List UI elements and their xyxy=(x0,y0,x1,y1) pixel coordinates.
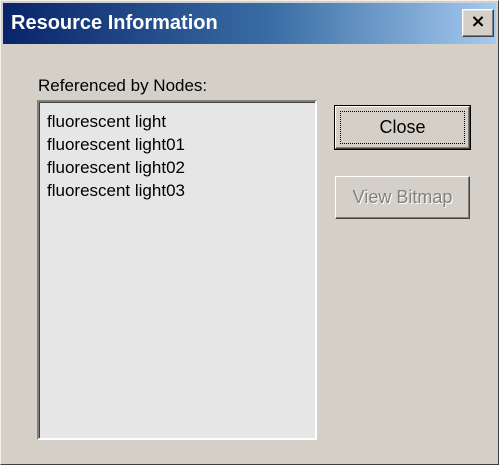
referenced-by-nodes-label: Referenced by Nodes: xyxy=(38,76,208,95)
title-bar[interactable]: Resource Information × xyxy=(3,3,496,44)
referenced-nodes-list[interactable]: fluorescent light fluorescent light01 fl… xyxy=(37,100,317,440)
view-bitmap-button[interactable]: View Bitmap xyxy=(335,176,470,219)
close-window-button[interactable]: × xyxy=(462,9,494,37)
resource-information-dialog: Resource Information × Referenced by Nod… xyxy=(0,0,499,465)
focus-rectangle xyxy=(340,111,465,144)
close-icon: × xyxy=(470,11,486,32)
list-item[interactable]: fluorescent light01 xyxy=(47,133,315,156)
view-bitmap-button-label: View Bitmap xyxy=(352,187,453,207)
dialog-title: Resource Information xyxy=(11,12,218,34)
close-button[interactable]: Close xyxy=(334,105,471,150)
list-item[interactable]: fluorescent light03 xyxy=(47,179,315,202)
list-item[interactable]: fluorescent light xyxy=(47,110,315,133)
list-item[interactable]: fluorescent light02 xyxy=(47,156,315,179)
